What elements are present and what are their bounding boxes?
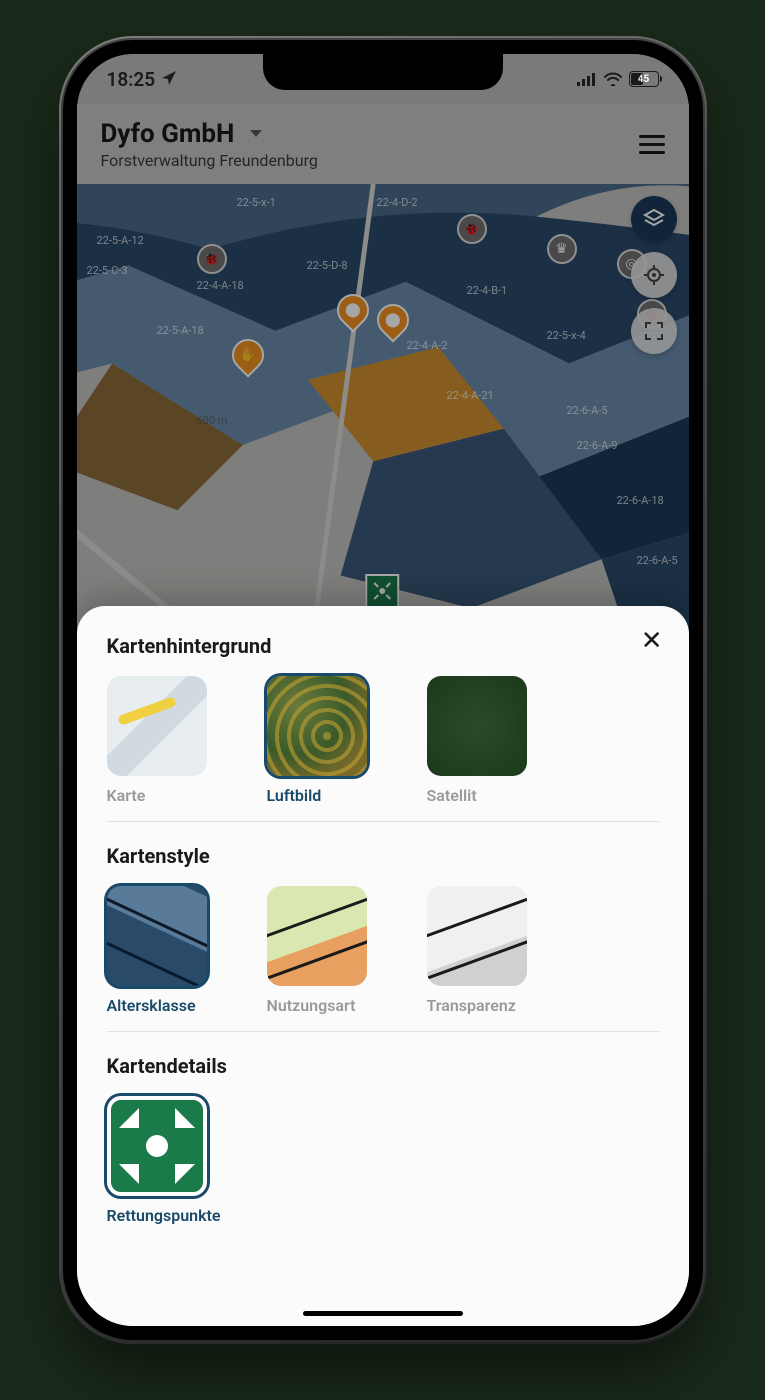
tile-label: Transparenz: [427, 996, 527, 1015]
rettungspunkte-thumbnail-icon: [107, 1096, 207, 1196]
tile-label: Karte: [107, 786, 207, 805]
nutzungsart-thumbnail-icon: [267, 886, 367, 986]
section-title: Kartenhintergrund: [107, 634, 659, 658]
luftbild-thumbnail-icon: [267, 676, 367, 776]
tile-label: Satellit: [427, 786, 527, 805]
tile-label: Rettungspunkte: [107, 1206, 221, 1225]
section-style: Kartenstyle Altersklasse Nutzungsart Tra…: [107, 844, 659, 1032]
cellular-signal-icon: [577, 68, 597, 91]
map-settings-sheet: ✕ Kartenhintergrund Karte Luftbild Satel…: [77, 606, 689, 1326]
tile-karte[interactable]: Karte: [107, 676, 207, 805]
screen: 18:25 45: [77, 54, 689, 1326]
tile-luftbild[interactable]: Luftbild: [267, 676, 367, 805]
tile-satellit[interactable]: Satellit: [427, 676, 527, 805]
tile-label: Nutzungsart: [267, 996, 367, 1015]
battery-icon: 45: [629, 71, 659, 87]
section-title: Kartenstyle: [107, 844, 659, 868]
location-arrow-icon: [161, 68, 177, 91]
tile-label: Altersklasse: [107, 996, 207, 1015]
close-button[interactable]: ✕: [641, 628, 663, 654]
wifi-icon: [603, 68, 623, 91]
tile-rettungspunkte[interactable]: Rettungspunkte: [107, 1096, 221, 1225]
phone-frame: 18:25 45: [63, 40, 703, 1340]
section-title: Kartendetails: [107, 1054, 659, 1078]
section-background: Kartenhintergrund Karte Luftbild Satelli…: [107, 634, 659, 822]
status-time: 18:25: [107, 68, 156, 91]
tile-label: Luftbild: [267, 786, 367, 805]
altersklasse-thumbnail-icon: [107, 886, 207, 986]
transparenz-thumbnail-icon: [427, 886, 527, 986]
home-indicator[interactable]: [303, 1311, 463, 1316]
tile-nutzungsart[interactable]: Nutzungsart: [267, 886, 367, 1015]
satellit-thumbnail-icon: [427, 676, 527, 776]
divider: [107, 821, 659, 822]
tile-transparenz[interactable]: Transparenz: [427, 886, 527, 1015]
divider: [107, 1031, 659, 1032]
tile-altersklasse[interactable]: Altersklasse: [107, 886, 207, 1015]
section-details: Kartendetails Rettungspunkte: [107, 1054, 659, 1225]
notch: [263, 54, 503, 90]
karte-thumbnail-icon: [107, 676, 207, 776]
